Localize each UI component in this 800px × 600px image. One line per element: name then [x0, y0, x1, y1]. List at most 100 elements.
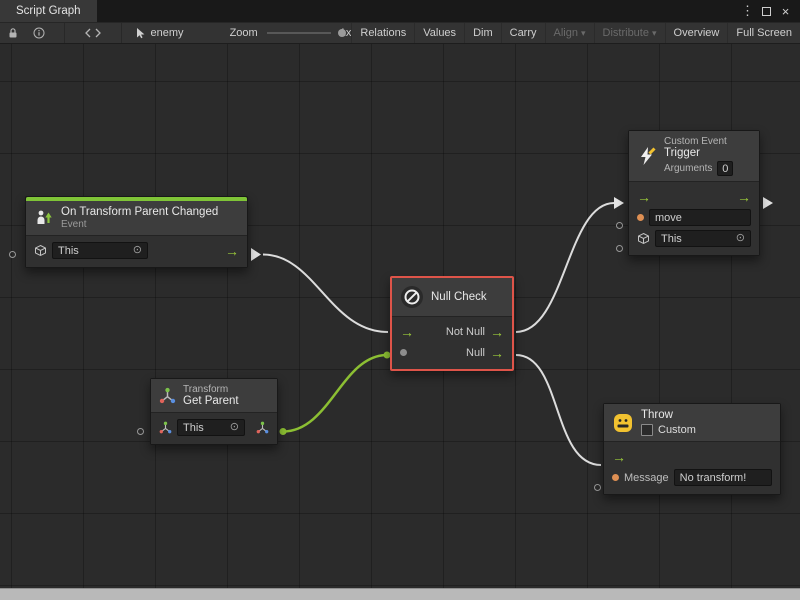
node-title: On Transform Parent Changed — [61, 206, 218, 218]
message-field[interactable]: No transform! — [674, 469, 772, 486]
custom-checkbox[interactable] — [641, 424, 653, 436]
node-null-check[interactable]: Null Check → Not Null → Null → — [390, 276, 514, 371]
flow-arrowhead-icon — [251, 248, 261, 261]
window-controls: ⋮ × — [739, 0, 800, 22]
node-header: On Transform Parent Changed Event — [26, 201, 247, 236]
node-body: This ⊙ → — [26, 236, 247, 267]
dim-button[interactable]: Dim — [464, 23, 501, 43]
maximize-icon[interactable] — [758, 3, 775, 20]
full-screen-button[interactable]: Full Screen — [727, 23, 800, 43]
transform-parent-changed-icon — [34, 208, 54, 228]
distribute-button[interactable]: Distribute▾ — [594, 23, 665, 43]
object-picker-icon[interactable]: ⊙ — [230, 422, 239, 433]
port-row: Message No transform! — [610, 467, 774, 488]
node-get-parent[interactable]: Transform Get Parent This ⊙ — [150, 378, 278, 445]
window-bottom-edge — [0, 588, 800, 600]
node-header: Custom Event Trigger Arguments 0 — [629, 131, 759, 182]
node-custom-event-trigger[interactable]: Custom Event Trigger Arguments 0 → → — [628, 130, 760, 256]
tab-label: Script Graph — [16, 5, 81, 17]
node-body: → Message No transform! — [604, 442, 780, 494]
event-name-field[interactable]: move — [649, 209, 751, 226]
null-check-icon — [400, 285, 424, 309]
wire-notnull-to-customevent[interactable] — [516, 203, 614, 332]
string-input-port-icon[interactable] — [637, 214, 644, 221]
node-header-text: Throw Custom — [641, 409, 696, 436]
carry-button[interactable]: Carry — [501, 23, 545, 43]
flow-output-port-icon[interactable]: → — [225, 244, 239, 258]
pointer-cursor-icon — [134, 27, 146, 39]
zoom-slider-knob[interactable] — [338, 29, 346, 37]
flow-output-port-icon[interactable]: → — [490, 325, 504, 339]
close-icon[interactable]: × — [777, 3, 794, 20]
arguments-row: Arguments 0 — [664, 161, 733, 176]
graph-canvas[interactable]: On Transform Parent Changed Event This ⊙… — [0, 44, 800, 600]
node-on-transform-parent-changed[interactable]: On Transform Parent Changed Event This ⊙… — [25, 196, 248, 268]
gameobject-cube-icon — [34, 244, 47, 257]
toolbar-buttons: Relations Values Dim Carry Align▾ Distri… — [351, 23, 800, 43]
info-icon[interactable] — [26, 23, 52, 43]
node-body: → Not Null → Null → — [392, 317, 512, 369]
more-menu-icon[interactable]: ⋮ — [739, 3, 756, 20]
input-port-circle[interactable] — [137, 428, 144, 435]
this-object-field[interactable]: This ⊙ — [52, 242, 148, 259]
this-object-field[interactable]: This ⊙ — [655, 230, 751, 247]
custom-toggle-row: Custom — [641, 424, 696, 436]
graph-toolbar: enemy Zoom 1x Relations Values Dim Carry… — [0, 22, 800, 44]
wire-getparent-to-nullcheck[interactable] — [283, 355, 387, 432]
input-port-circle[interactable] — [9, 251, 16, 258]
node-header-text: On Transform Parent Changed Event — [61, 206, 218, 230]
arguments-count-field[interactable]: 0 — [717, 161, 733, 176]
graph-name-block[interactable]: enemy — [122, 23, 196, 43]
object-picker-icon[interactable]: ⊙ — [736, 233, 745, 244]
flow-input-port-icon[interactable]: → — [400, 325, 414, 339]
node-category: Transform — [183, 384, 239, 395]
value-input-port-icon[interactable] — [400, 349, 407, 356]
node-throw[interactable]: Throw Custom → Message No transform! — [603, 403, 781, 495]
custom-event-bolt-icon — [637, 146, 657, 166]
chevron-down-icon: ▾ — [581, 28, 586, 39]
input-port-circle[interactable] — [594, 484, 601, 491]
chevron-down-icon: ▾ — [652, 28, 657, 39]
node-title: Get Parent — [183, 395, 239, 407]
flow-row: → — [610, 446, 774, 467]
wire-null-to-throw[interactable] — [516, 355, 601, 465]
node-title: Trigger — [664, 147, 733, 159]
this-object-field[interactable]: This ⊙ — [177, 419, 245, 436]
flow-output-port-icon[interactable]: → — [490, 346, 504, 360]
script-graph-window: Script Graph ⋮ × enemy Zoom 1x — [0, 0, 800, 600]
node-header: Throw Custom — [604, 404, 780, 442]
flow-input-port-icon[interactable]: → — [612, 450, 626, 464]
throw-exception-icon — [612, 412, 634, 434]
node-header-text: Custom Event Trigger Arguments 0 — [664, 136, 733, 176]
lock-icon[interactable] — [0, 23, 26, 43]
node-subtitle: Event — [61, 219, 218, 230]
wire-arrowhead-icon — [614, 197, 624, 209]
align-button[interactable]: Align▾ — [545, 23, 594, 43]
arguments-label: Arguments — [664, 163, 712, 174]
values-button[interactable]: Values — [414, 23, 464, 43]
zoom-slider[interactable] — [267, 32, 331, 34]
port-row: This ⊙ — [635, 228, 753, 249]
node-header-text: Transform Get Parent — [183, 384, 239, 407]
flow-input-port-icon[interactable]: → — [637, 190, 651, 204]
transform-icon — [159, 421, 172, 434]
node-header: Transform Get Parent — [151, 379, 277, 413]
relations-button[interactable]: Relations — [351, 23, 414, 43]
wire-event-to-nullcheck[interactable] — [263, 255, 388, 333]
tab-bar: Script Graph ⋮ × — [0, 0, 800, 22]
node-body: This ⊙ — [151, 413, 277, 444]
object-picker-icon[interactable]: ⊙ — [133, 245, 142, 256]
flow-arrowhead-icon — [763, 197, 773, 209]
custom-checkbox-label: Custom — [658, 424, 696, 436]
overview-button[interactable]: Overview — [665, 23, 728, 43]
input-port-circle[interactable] — [616, 222, 623, 229]
transform-icon — [159, 387, 176, 404]
input-port-circle[interactable] — [616, 245, 623, 252]
output-label: Null — [466, 347, 485, 359]
code-icon[interactable] — [65, 23, 121, 43]
tab-script-graph[interactable]: Script Graph — [0, 0, 97, 22]
string-input-port-icon[interactable] — [612, 474, 619, 481]
node-category: Custom Event — [664, 136, 733, 147]
transform-output-port-icon[interactable] — [256, 421, 269, 434]
flow-output-port-icon[interactable]: → — [737, 190, 751, 204]
